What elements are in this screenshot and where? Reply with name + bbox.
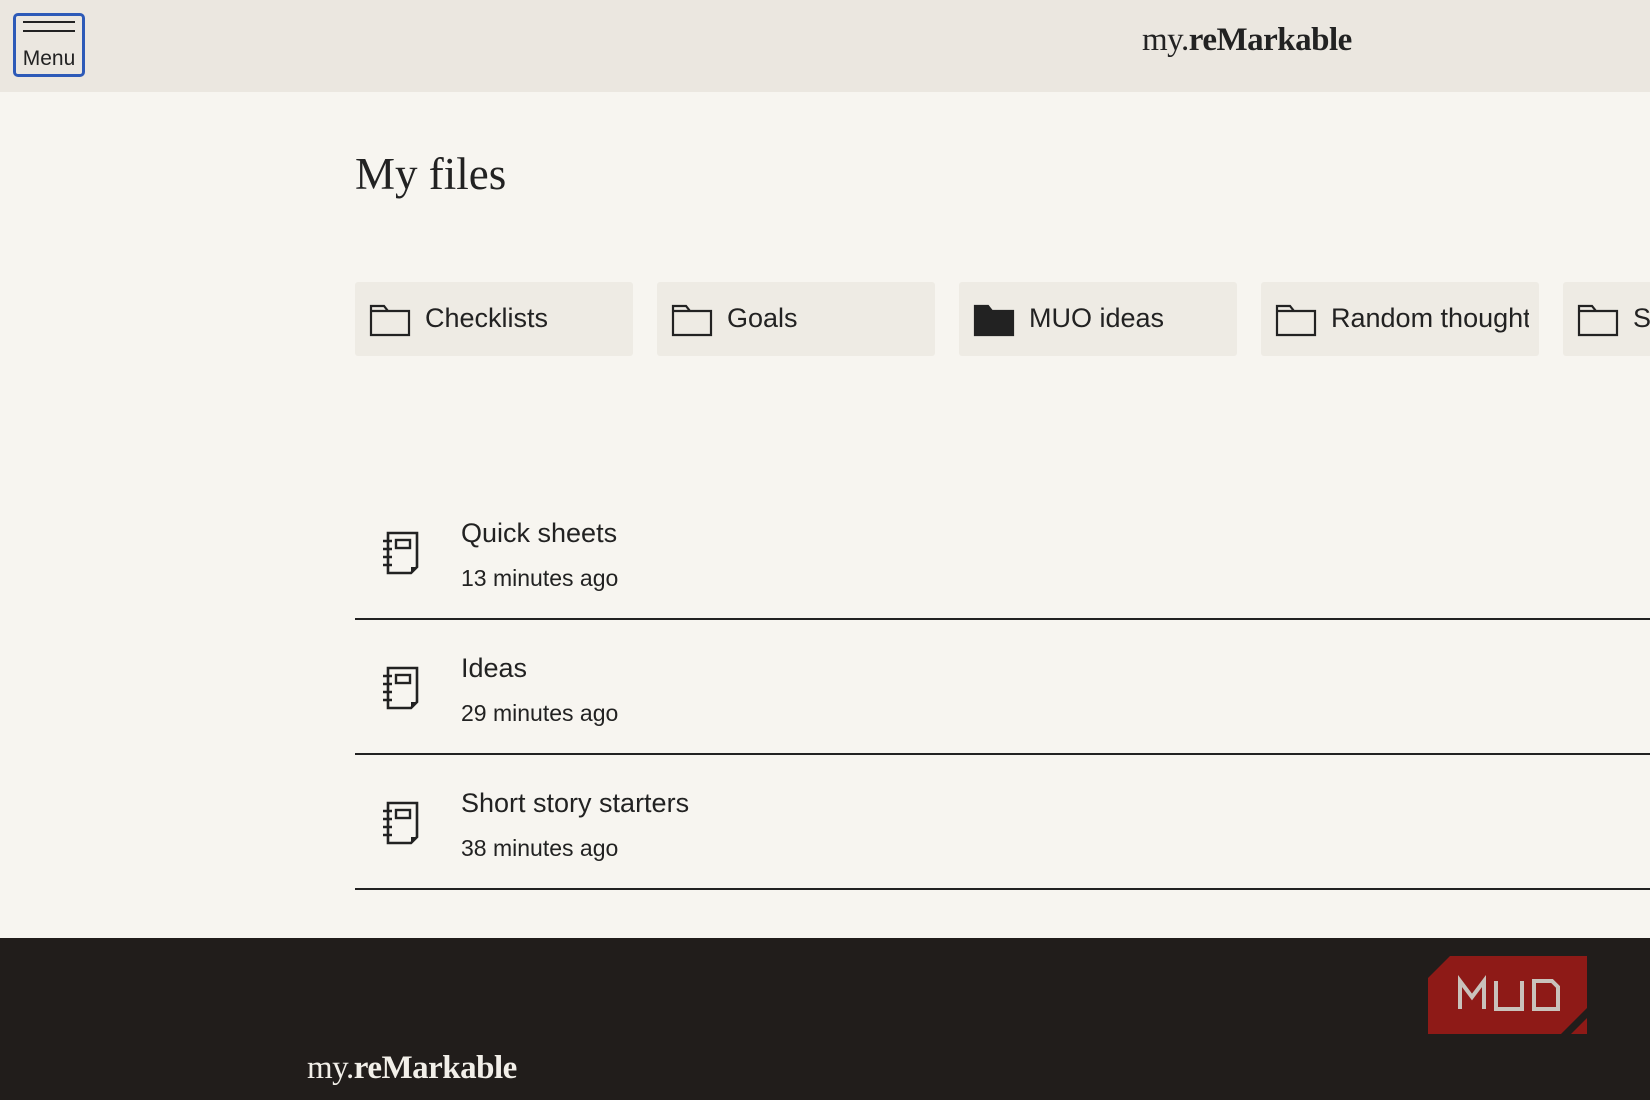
folder-card[interactable]: MUO ideas (959, 282, 1237, 356)
folder-card[interactable]: Random thoughts (1261, 282, 1539, 356)
notebook-icon (383, 531, 419, 575)
folder-strip: Checklists Goals MUO ideas Random though… (355, 282, 1650, 356)
hamburger-icon (23, 21, 75, 39)
footer-brand-prefix: my. (307, 1050, 354, 1086)
notebook-icon (383, 801, 419, 845)
folder-outline-icon (671, 304, 713, 337)
menu-button[interactable]: Menu (13, 13, 85, 77)
footer: my.reMarkable (0, 938, 1650, 1100)
file-row[interactable]: Short story starters 38 minutes ago (355, 755, 1650, 890)
file-name: Ideas (461, 653, 528, 683)
folder-card[interactable]: Goals (657, 282, 935, 356)
file-list: Quick sheets 13 minutes ago Ideas 29 min… (355, 485, 1650, 890)
footer-brand-name: reMarkable (353, 1050, 518, 1086)
file-name: Quick sheets (461, 518, 618, 548)
page-title: My files (355, 149, 507, 199)
folder-name: S (1633, 303, 1650, 333)
footer-brand-logo[interactable]: my.reMarkable (307, 1050, 517, 1087)
folder-card[interactable]: S (1563, 282, 1650, 356)
brand-prefix: my. (1142, 22, 1189, 58)
folder-name: MUO ideas (1029, 303, 1165, 333)
brand-name: reMarkable (1188, 22, 1353, 58)
file-modified: 29 minutes ago (461, 700, 619, 726)
folder-name: Random thoughts (1331, 303, 1529, 333)
file-modified: 13 minutes ago (461, 565, 619, 591)
folder-outline-icon (1275, 304, 1317, 337)
muo-watermark-logo (1428, 956, 1587, 1034)
file-row[interactable]: Quick sheets 13 minutes ago (355, 485, 1650, 620)
notebook-icon (383, 666, 419, 710)
folder-name: Goals (727, 303, 798, 333)
folder-card[interactable]: Checklists (355, 282, 633, 356)
file-row[interactable]: Ideas 29 minutes ago (355, 620, 1650, 755)
folder-name: Checklists (425, 303, 549, 333)
file-name: Short story starters (461, 788, 690, 818)
top-bar: Menu my.reMarkable (0, 0, 1650, 92)
folder-outline-icon (1577, 304, 1619, 337)
folder-outline-icon (369, 304, 411, 337)
brand-logo[interactable]: my.reMarkable (1142, 22, 1352, 59)
file-modified: 38 minutes ago (461, 835, 619, 861)
menu-button-label: Menu (22, 47, 76, 70)
folder-filled-icon (973, 304, 1015, 337)
